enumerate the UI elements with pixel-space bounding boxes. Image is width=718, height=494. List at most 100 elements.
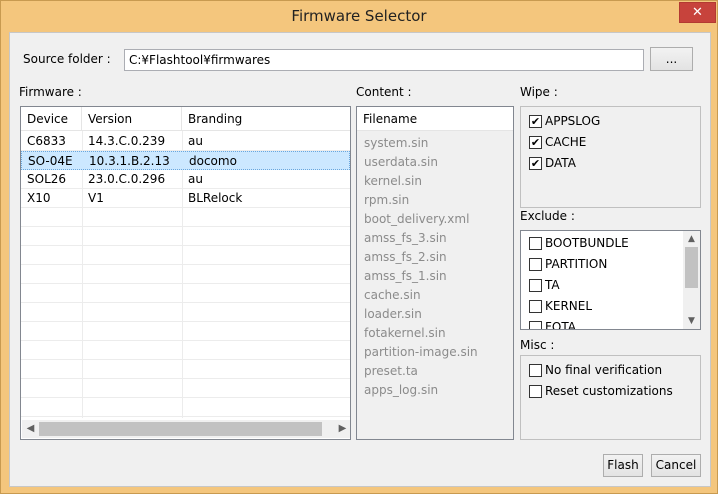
file-list-item: amss_fs_3.sin: [364, 231, 447, 245]
cell-device: C6833: [27, 134, 66, 148]
checkbox-reset-customizations[interactable]: Reset customizations: [529, 381, 673, 401]
checkbox-label: TA: [545, 278, 560, 292]
scrollbar-thumb[interactable]: [39, 422, 322, 436]
row-divider: [21, 340, 350, 341]
cell-device: X10: [27, 191, 51, 205]
window-title: Firmware Selector: [291, 7, 427, 25]
checkbox-unchecked-icon[interactable]: [529, 278, 542, 292]
row-divider: [21, 245, 350, 246]
close-icon: ✕: [692, 5, 703, 20]
checkbox-label: APPSLOG: [545, 114, 601, 128]
column-header-branding[interactable]: Branding: [182, 107, 350, 131]
row-divider: [21, 397, 350, 398]
cell-device: SO-04E: [28, 154, 73, 168]
cancel-button[interactable]: Cancel: [651, 454, 701, 477]
firmware-selector-window: Firmware Selector ✕ Source folder : C:¥F…: [0, 0, 718, 494]
column-header-device[interactable]: Device: [21, 107, 82, 131]
table-row[interactable]: X10 V1 BLRelock: [21, 189, 350, 208]
checkbox-unchecked-icon[interactable]: [529, 384, 542, 398]
row-divider: [21, 416, 350, 417]
checkbox-label: KERNEL: [545, 299, 593, 313]
dialog-body: Source folder : C:¥Flashtool¥firmwares .…: [9, 32, 711, 487]
table-row[interactable]: SOL26 23.0.C.0.296 au: [21, 170, 350, 189]
checkbox-ta[interactable]: TA: [529, 275, 560, 295]
file-list-item: boot_delivery.xml: [364, 212, 470, 226]
file-list-item: fotakernel.sin: [364, 326, 446, 340]
checkbox-unchecked-icon[interactable]: [529, 299, 542, 313]
checkbox-unchecked-icon[interactable]: [529, 320, 542, 329]
wipe-label: Wipe :: [520, 85, 558, 99]
cell-device: SOL26: [27, 172, 67, 186]
scroll-up-icon[interactable]: ▲: [683, 231, 700, 247]
content-list: Filename system.sin userdata.sin kernel.si…: [356, 106, 514, 440]
checkbox-checked-icon[interactable]: ✔: [529, 135, 542, 149]
flash-button[interactable]: Flash: [603, 454, 643, 477]
firmware-table-header: Device Version Branding: [21, 107, 350, 131]
table-row[interactable]: C6833 14.3.C.0.239 au: [21, 132, 350, 151]
content-label: Content :: [356, 85, 412, 99]
checkbox-checked-icon[interactable]: ✔: [529, 156, 542, 170]
checkbox-unchecked-icon[interactable]: [529, 257, 542, 271]
misc-label: Misc :: [520, 338, 555, 352]
checkbox-unchecked-icon[interactable]: [529, 363, 542, 377]
scrollbar-thumb[interactable]: [685, 247, 698, 288]
row-divider: [21, 302, 350, 303]
row-divider: [21, 283, 350, 284]
file-list-item: rpm.sin: [364, 193, 410, 207]
cell-branding: BLRelock: [188, 191, 243, 205]
row-divider: [21, 359, 350, 360]
file-list-item: loader.sin: [364, 307, 422, 321]
horizontal-scrollbar[interactable]: ◀ ▶: [22, 420, 350, 438]
checkbox-label: No final verification: [545, 363, 663, 377]
row-divider: [21, 264, 350, 265]
source-folder-label: Source folder :: [23, 52, 111, 66]
source-folder-field[interactable]: C:¥Flashtool¥firmwares: [124, 49, 644, 71]
cell-version: V1: [88, 191, 104, 205]
scroll-left-icon[interactable]: ◀: [22, 420, 39, 438]
firmware-label: Firmware :: [19, 85, 82, 99]
file-list-item: cache.sin: [364, 288, 421, 302]
row-divider: [21, 226, 350, 227]
misc-group: No final verification Reset customization…: [520, 355, 701, 440]
checkbox-label: PARTITION: [545, 257, 608, 271]
checkbox-label: DATA: [545, 156, 576, 170]
column-header-version[interactable]: Version: [82, 107, 182, 131]
cell-branding: au: [188, 172, 203, 186]
checkbox-unchecked-icon[interactable]: [529, 236, 542, 250]
checkbox-data[interactable]: ✔ DATA: [529, 153, 576, 173]
exclude-label: Exclude :: [520, 209, 575, 223]
table-row[interactable]: SO-04E 10.3.1.B.2.13 docomo: [21, 151, 350, 170]
title-bar[interactable]: Firmware Selector ✕: [1, 1, 717, 32]
file-list-item: partition-image.sin: [364, 345, 478, 359]
file-list-item: kernel.sin: [364, 174, 422, 188]
cell-branding: docomo: [189, 154, 237, 168]
firmware-table[interactable]: Device Version Branding C6833 14.3.C.0.23…: [20, 106, 351, 440]
wipe-group: ✔ APPSLOG ✔ CACHE ✔ DATA: [520, 106, 701, 208]
checkbox-label: FOTA: [545, 320, 576, 330]
checkbox-bootbundle[interactable]: BOOTBUNDLE: [529, 233, 629, 253]
checkbox-fota[interactable]: FOTA: [529, 317, 576, 330]
checkbox-label: BOOTBUNDLE: [545, 236, 629, 250]
checkbox-label: Reset customizations: [545, 384, 673, 398]
checkbox-no-final-verification[interactable]: No final verification: [529, 360, 662, 380]
scroll-right-icon[interactable]: ▶: [334, 420, 350, 438]
checkbox-checked-icon[interactable]: ✔: [529, 114, 542, 128]
cell-version: 14.3.C.0.239: [88, 134, 166, 148]
checkbox-appslog[interactable]: ✔ APPSLOG: [529, 111, 600, 131]
cell-branding: au: [188, 134, 203, 148]
row-divider: [21, 321, 350, 322]
file-list-item: preset.ta: [364, 364, 418, 378]
cell-version: 23.0.C.0.296: [88, 172, 166, 186]
checkbox-cache[interactable]: ✔ CACHE: [529, 132, 586, 152]
row-divider: [21, 378, 350, 379]
vertical-scrollbar[interactable]: ▲ ▼: [683, 231, 700, 329]
browse-button[interactable]: ...: [650, 47, 693, 71]
close-button[interactable]: ✕: [679, 2, 716, 23]
checkbox-kernel[interactable]: KERNEL: [529, 296, 592, 316]
file-list-item: apps_log.sin: [364, 383, 439, 397]
filename-header: Filename: [357, 107, 513, 131]
checkbox-partition[interactable]: PARTITION: [529, 254, 607, 274]
file-list-item: amss_fs_2.sin: [364, 250, 447, 264]
exclude-list[interactable]: BOOTBUNDLE PARTITION TA KERNEL FOTA ▲ ▼: [520, 230, 701, 330]
scroll-down-icon[interactable]: ▼: [683, 313, 700, 329]
